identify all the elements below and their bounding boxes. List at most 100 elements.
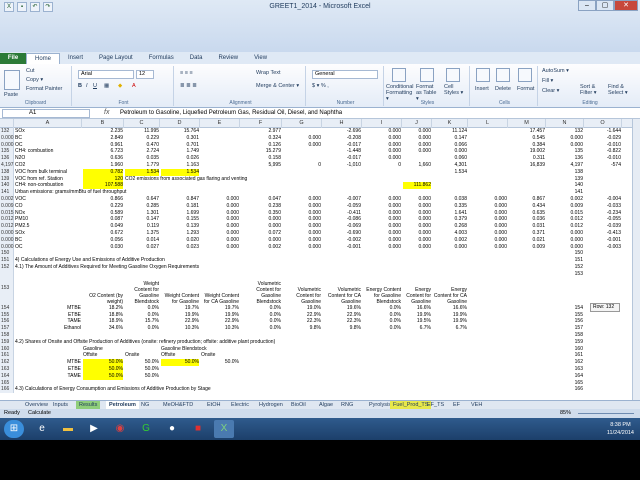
row-number[interactable]: 135 — [0, 148, 14, 156]
cell-l0.000[interactable]: 0.000 — [469, 230, 507, 237]
cell-a141[interactable]: Urban emissions: grams/mmBtu of fuel thr… — [15, 189, 415, 196]
cell-n161[interactable]: 161 — [547, 352, 583, 359]
cell-c163[interactable]: 50.0% — [125, 366, 159, 373]
cell-k157[interactable]: 6.7% — [433, 325, 467, 332]
cell-a162[interactable]: MTBE — [15, 359, 81, 366]
media-player-icon[interactable]: ▶ — [84, 420, 104, 438]
row-number[interactable]: 139 — [0, 175, 14, 183]
cell-p0.012[interactable]: 0.00 — [623, 216, 632, 223]
cell-h0.012[interactable]: -0.069 — [323, 223, 361, 230]
row-number[interactable]: 161 — [0, 352, 14, 360]
row-number[interactable]: 4,197 — [0, 162, 14, 169]
cell-n153[interactable]: 153 — [547, 271, 583, 305]
cell-b164[interactable]: 50.0% — [83, 372, 123, 380]
cell-f157[interactable]: 0.0% — [241, 325, 281, 332]
cell-g0.009[interactable]: 0.000 — [283, 203, 321, 210]
cell-j4,197[interactable]: 1,660 — [403, 162, 431, 169]
font-color-icon[interactable]: A — [132, 83, 136, 89]
cell-b156[interactable]: 18.9% — [83, 318, 123, 325]
cell-b135[interactable]: 6.723 — [83, 148, 123, 155]
cell-b132[interactable]: 2.235 — [83, 128, 123, 135]
cell-n138[interactable]: 138 — [547, 169, 583, 176]
cell-d0.012[interactable]: 0.139 — [161, 223, 199, 230]
cell-m0.009[interactable]: 0.434 — [509, 203, 545, 210]
cut-button[interactable]: Cut — [26, 68, 35, 74]
cell-f0.002[interactable]: 0.047 — [241, 196, 281, 203]
cell-d156[interactable]: 22.9% — [161, 318, 199, 325]
column-header-m[interactable]: M — [508, 119, 546, 128]
cell-c0.002[interactable]: 0.647 — [125, 196, 159, 203]
cell-e0.002[interactable]: 0.000 — [201, 196, 239, 203]
cell-o0.012[interactable]: -0.039 — [585, 223, 621, 230]
cell-i0.012[interactable]: 0.000 — [363, 223, 401, 230]
italic-icon[interactable]: I — [86, 83, 88, 89]
cell-c139[interactable]: CO2 emissions from associated gas flarin… — [125, 176, 325, 183]
cell-n160[interactable]: 160 — [547, 346, 583, 353]
cell-i0.002[interactable]: 0.000 — [363, 196, 401, 203]
cell-b162[interactable]: 50.0% — [83, 359, 123, 366]
cell-m0.012[interactable]: 0.031 — [509, 223, 545, 230]
cell-o135[interactable]: -0.822 — [585, 148, 621, 155]
cell-j0.000[interactable]: 0.000 — [403, 142, 431, 149]
tab-file[interactable]: File — [0, 53, 26, 64]
cell-p0.000[interactable]: 0.00 — [623, 244, 632, 251]
cell-o0.015[interactable]: -0.234 — [585, 210, 621, 217]
cell-c157[interactable]: 0.0% — [125, 325, 159, 332]
cell-g156[interactable]: 22.3% — [283, 318, 321, 325]
cell-n166[interactable]: 166 — [547, 386, 583, 393]
cell-k0.000[interactable]: 4.003 — [433, 230, 467, 237]
column-heading-g[interactable]: Volumetric Content for Gasoline — [283, 273, 321, 305]
cell-k0.000[interactable]: 0.147 — [433, 135, 467, 142]
cell-p135[interactable]: 0.00 — [623, 148, 632, 155]
row-number[interactable]: 0.000 — [0, 141, 14, 149]
cell-g4,197[interactable]: 0 — [283, 162, 321, 169]
cell-a164[interactable]: TAME — [15, 373, 81, 380]
underline-icon[interactable]: U — [93, 83, 97, 89]
cell-c132[interactable]: 11.995 — [125, 128, 159, 135]
cell-k154[interactable]: 16.6% — [433, 305, 467, 312]
cell-a154[interactable]: MTBE — [15, 305, 81, 312]
cell-e0.012[interactable]: 0.000 — [201, 223, 239, 230]
cell-i136[interactable]: 0.000 — [363, 155, 401, 162]
font-name-select[interactable]: Arial — [78, 70, 134, 79]
cell-p132[interactable]: 0.14 — [623, 128, 632, 135]
cell-b0.012[interactable]: 0.087 — [83, 216, 123, 223]
cell-a132[interactable]: SOx — [15, 128, 81, 135]
select-all-corner[interactable] — [0, 119, 14, 128]
cell-c138[interactable]: 1.534 — [125, 168, 159, 176]
bold-icon[interactable]: B — [78, 83, 82, 89]
cell-l0.002[interactable]: 0.000 — [469, 196, 507, 203]
cell-m0.000[interactable]: 0.371 — [509, 230, 545, 237]
cell-c164[interactable]: 50.0% — [125, 373, 159, 380]
column-heading-e[interactable]: Weight Content for CA Gasoline — [201, 273, 239, 305]
row-number[interactable]: 0.002 — [0, 196, 14, 203]
format-button[interactable]: Format — [517, 86, 534, 92]
close-button[interactable]: ✕ — [614, 0, 638, 11]
column-header-g[interactable]: G — [282, 119, 322, 128]
cell-n152[interactable]: 152 — [547, 264, 583, 271]
cell-n154[interactable]: 154 — [547, 305, 583, 312]
cell-i0.015[interactable]: 0.000 — [363, 210, 401, 217]
cell-a155[interactable]: ETBE — [15, 312, 81, 319]
cell-m4,197[interactable]: 16,839 — [509, 162, 545, 169]
pdf-icon[interactable]: ■ — [188, 420, 208, 438]
cell-d138[interactable]: 1.534 — [161, 168, 199, 176]
cell-c161[interactable]: Onsite — [125, 352, 159, 359]
cell-a166[interactable]: 4.3) Calculations of Energy Consumption … — [15, 386, 415, 393]
cell-m0.002[interactable]: 0.867 — [509, 196, 545, 203]
row-number[interactable]: 0.009 — [0, 202, 14, 210]
cell-d0.000[interactable]: 0.020 — [161, 237, 199, 244]
column-heading-h[interactable]: Volumetric Content for CA Gasoline — [323, 273, 361, 305]
cell-j155[interactable]: 19.9% — [403, 312, 431, 319]
cell-b0.009[interactable]: 0.229 — [83, 203, 123, 210]
cell-c154[interactable]: 0.0% — [125, 305, 159, 312]
cell-g0.000[interactable]: 0.000 — [283, 142, 321, 149]
format-painter-button[interactable]: Format Painter — [26, 86, 62, 92]
cell-k0.009[interactable]: 0.335 — [433, 203, 467, 210]
column-header-c[interactable]: C — [124, 119, 160, 128]
cell-o0.002[interactable]: -0.004 — [585, 196, 621, 203]
number-format-select[interactable]: General — [312, 70, 378, 79]
cell-d0.009[interactable]: 0.181 — [161, 203, 199, 210]
vertical-scrollbar[interactable] — [632, 119, 640, 400]
column-header-d[interactable]: D — [160, 119, 200, 128]
